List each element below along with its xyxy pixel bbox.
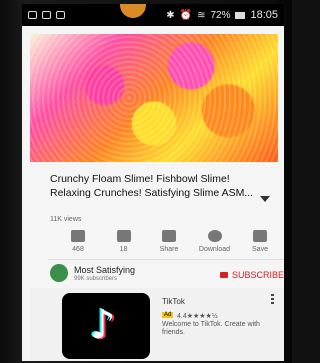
subscribe-label: SUBSCRIBE	[232, 270, 284, 280]
share-button[interactable]: Share	[151, 230, 187, 253]
app-notification-icon	[28, 11, 37, 19]
app-notification-icon	[42, 11, 51, 19]
dislike-button[interactable]: 18	[106, 230, 142, 253]
thumbs-down-icon	[116, 230, 131, 242]
save-label: Save	[252, 246, 268, 253]
download-label: Download	[198, 246, 231, 253]
more-options-icon[interactable]	[271, 294, 274, 305]
battery-icon	[235, 11, 246, 19]
like-button[interactable]: 468	[60, 230, 96, 253]
music-note-icon: ♪	[90, 302, 116, 348]
dislike-count: 18	[119, 246, 128, 253]
channel-avatar[interactable]	[50, 264, 68, 282]
expand-description-icon[interactable]	[260, 196, 270, 202]
subscriber-count: 99K subscribers	[74, 276, 118, 282]
video-title[interactable]: Crunchy Floam Slime! Fishbowl Slime! Rel…	[50, 172, 255, 200]
download-icon	[207, 230, 222, 242]
phone-screen: ✱ ⏰ ≋ 72% 18:05 Crunchy Floam Slime! Fis…	[22, 4, 284, 361]
ad-description: Welcome to TikTok. Create with friends.	[162, 321, 260, 336]
ad-badge: Ad	[162, 312, 174, 318]
wifi-icon: ≋	[197, 9, 206, 21]
clock: 18:05	[250, 9, 278, 21]
ad-card[interactable]: ♪ TikTok Ad 4.4★★★★½ Welcome to TikTok. …	[30, 288, 284, 361]
ad-app-name: TikTok	[162, 297, 185, 306]
subscribe-button[interactable]: SUBSCRIBE	[220, 270, 284, 280]
save-playlist-icon	[253, 230, 267, 242]
channel-row[interactable]: Most Satisfying 99K subscribers SUBSCRIB…	[50, 264, 284, 286]
bluetooth-icon: ✱	[166, 9, 175, 21]
action-bar: 468 18 Share Download Save	[60, 230, 278, 253]
alarm-icon: ⏰	[179, 9, 193, 21]
youtube-play-icon	[220, 272, 228, 278]
share-icon	[162, 230, 176, 242]
thumbs-up-icon	[71, 230, 85, 242]
save-button[interactable]: Save	[242, 230, 278, 253]
download-button[interactable]: Download	[197, 230, 233, 253]
ad-rating: 4.4★★★★½	[177, 313, 218, 320]
channel-name[interactable]: Most Satisfying	[74, 265, 135, 275]
slime-thumbnail	[30, 34, 278, 162]
tiktok-logo[interactable]: ♪	[62, 293, 150, 359]
status-bar: ✱ ⏰ ≋ 72% 18:05	[22, 4, 284, 26]
video-player[interactable]	[30, 34, 278, 162]
app-notification-icon	[56, 11, 65, 19]
battery-percentage: 72%	[210, 9, 231, 21]
share-label: Share	[159, 246, 179, 253]
divider	[48, 259, 284, 260]
view-count: 11K views	[50, 216, 82, 223]
like-count: 468	[72, 246, 84, 253]
